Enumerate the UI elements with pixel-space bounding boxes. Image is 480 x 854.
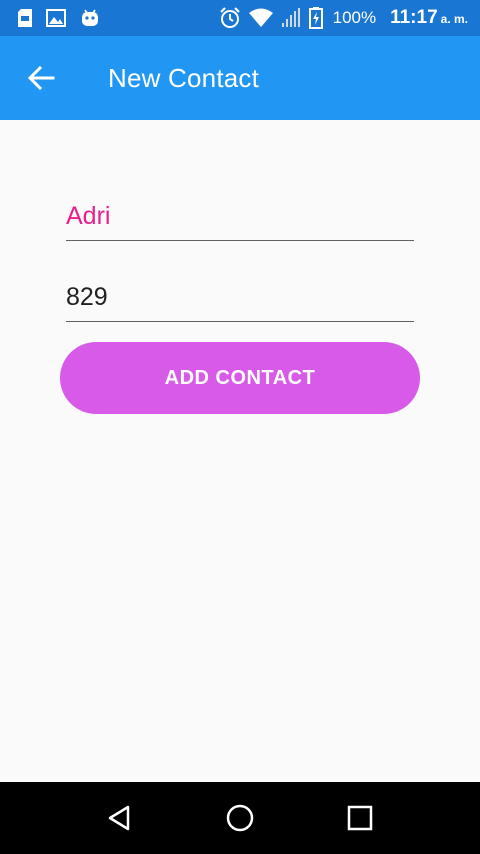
clock-suffix: a. m. bbox=[440, 12, 468, 26]
home-circle-icon bbox=[225, 803, 255, 833]
name-field[interactable] bbox=[66, 188, 414, 241]
screen: 100% 11:17 a. m. New Contact ADD CONTACT bbox=[0, 0, 480, 854]
alarm-icon bbox=[219, 7, 241, 29]
signal-icon bbox=[281, 8, 301, 28]
status-bar: 100% 11:17 a. m. bbox=[0, 0, 480, 36]
sd-card-icon bbox=[18, 9, 32, 27]
phone-field[interactable] bbox=[66, 269, 414, 322]
navigation-bar bbox=[0, 782, 480, 854]
clock: 11:17 a. m. bbox=[384, 7, 468, 29]
nav-home-button[interactable] bbox=[210, 788, 270, 848]
android-icon bbox=[80, 8, 100, 28]
page-title: New Contact bbox=[108, 62, 260, 93]
wifi-icon bbox=[248, 8, 273, 28]
battery-charging-icon bbox=[308, 7, 323, 29]
nav-recents-button[interactable] bbox=[330, 788, 390, 848]
phone-input[interactable] bbox=[66, 283, 414, 321]
back-triangle-icon bbox=[106, 804, 134, 832]
app-bar: New Contact bbox=[0, 36, 480, 120]
status-right-icons: 100% 11:17 a. m. bbox=[219, 7, 480, 29]
back-button[interactable] bbox=[13, 50, 69, 106]
add-contact-button[interactable]: ADD CONTACT bbox=[60, 342, 420, 414]
status-left-icons bbox=[0, 8, 100, 28]
image-icon bbox=[46, 9, 66, 27]
recents-square-icon bbox=[347, 805, 373, 831]
clock-time: 11:17 bbox=[390, 7, 438, 28]
name-input[interactable] bbox=[66, 202, 414, 240]
nav-back-button[interactable] bbox=[90, 788, 150, 848]
arrow-left-icon bbox=[27, 64, 55, 92]
battery-percent: 100% bbox=[332, 8, 377, 27]
